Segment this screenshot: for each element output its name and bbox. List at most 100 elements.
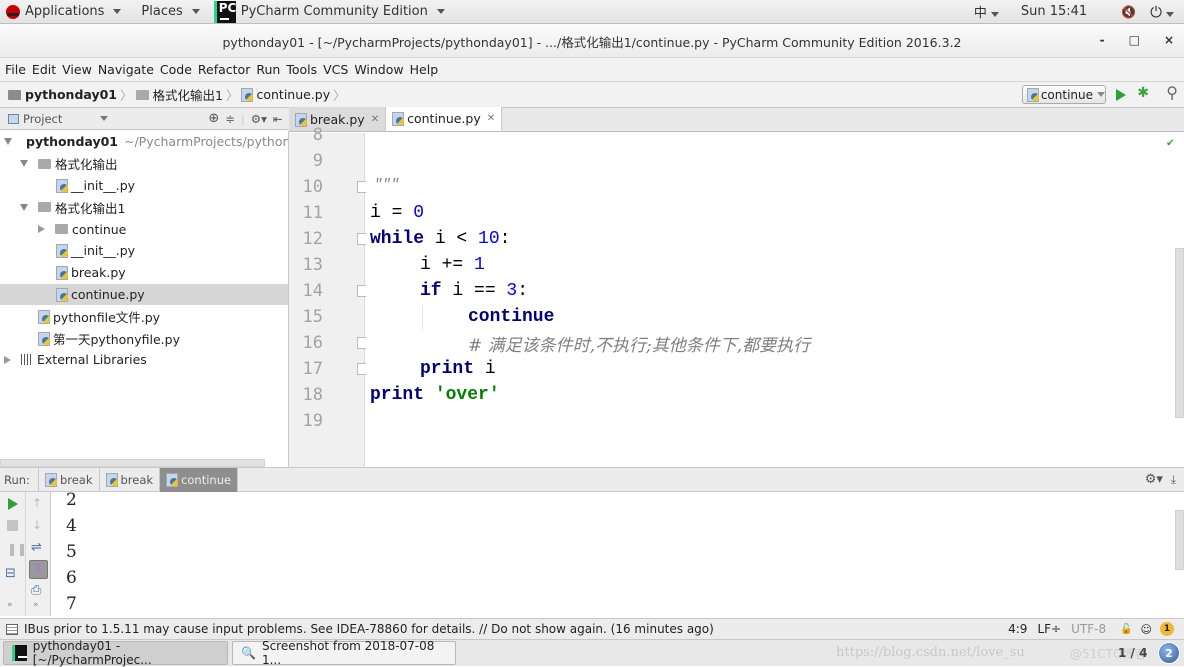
- editor-vertical-scrollbar[interactable]: [1175, 248, 1184, 418]
- menu-edit[interactable]: Edit: [32, 62, 56, 77]
- project-view-select[interactable]: Project: [23, 112, 62, 126]
- menu-run[interactable]: Run: [256, 62, 280, 77]
- system-top-bar: Applications Places PC PyCharm Community…: [0, 0, 1184, 24]
- code-token: while: [370, 229, 425, 249]
- console-vertical-scrollbar[interactable]: [1175, 510, 1184, 570]
- toolbar-divider: [25, 492, 26, 616]
- scroll-down-button[interactable]: ↓: [32, 518, 42, 532]
- minimize-button[interactable]: -: [1100, 33, 1105, 47]
- tab-label: continue.py: [407, 111, 481, 126]
- inspection-ok-icon[interactable]: ✔: [1167, 135, 1174, 150]
- menu-view[interactable]: View: [62, 62, 92, 77]
- taskbar-item-pycharm[interactable]: pythonday01 - [~/PycharmProjec...: [3, 639, 228, 667]
- tab-continue-py[interactable]: continue.py ✕: [386, 107, 503, 131]
- code-line-18: print 'over': [370, 385, 500, 405]
- expand-arrow-icon[interactable]: [20, 203, 28, 211]
- line-number: 13: [302, 255, 323, 275]
- search-everywhere-button[interactable]: ⚲: [1166, 83, 1178, 102]
- line-separator[interactable]: LF÷: [1037, 622, 1061, 636]
- scroll-to-end-button[interactable]: ⇩: [29, 560, 48, 579]
- close-tab-icon[interactable]: ✕: [487, 113, 495, 124]
- more-left-button[interactable]: »: [7, 600, 13, 610]
- file-encoding[interactable]: UTF-8: [1071, 622, 1106, 636]
- menu-tools[interactable]: Tools: [286, 62, 317, 77]
- tree-item-file[interactable]: __init__.py: [0, 240, 288, 262]
- print-button[interactable]: ⎙: [31, 583, 41, 598]
- run-configuration-select[interactable]: continue: [1022, 85, 1106, 104]
- horizontal-scrollbar[interactable]: [0, 459, 265, 467]
- scroll-from-source-icon[interactable]: ⊕: [208, 111, 219, 126]
- clock[interactable]: Sun 15:41: [1021, 4, 1087, 19]
- menu-help[interactable]: Help: [410, 62, 439, 77]
- menu-code[interactable]: Code: [160, 62, 192, 77]
- menu-vcs[interactable]: VCS: [323, 62, 348, 77]
- soft-wrap-button[interactable]: ⇌: [31, 540, 42, 555]
- collapse-arrow-icon[interactable]: [38, 225, 45, 234]
- expand-arrow-icon[interactable]: [20, 160, 28, 168]
- taskbar-item-screenshot[interactable]: 🔍 Screenshot from 2018-07-08 1...: [232, 639, 456, 667]
- debug-button[interactable]: ✱: [1137, 85, 1149, 101]
- console-line: 5: [66, 542, 77, 562]
- close-button[interactable]: ×: [1164, 33, 1174, 47]
- tool-windows-icon[interactable]: [6, 623, 18, 635]
- maximize-button[interactable]: □: [1129, 33, 1140, 47]
- collapse-arrow-icon[interactable]: [4, 355, 11, 364]
- inspector-icon[interactable]: ☺: [1141, 623, 1152, 636]
- applications-menu[interactable]: Applications: [6, 4, 122, 19]
- menu-refactor[interactable]: Refactor: [198, 62, 250, 77]
- code-token: i: [474, 359, 496, 379]
- tree-item-file[interactable]: __init__.py: [0, 175, 288, 197]
- breadcrumb-folder[interactable]: 格式化输出1: [153, 85, 223, 104]
- rerun-button[interactable]: [8, 498, 18, 510]
- hide-panel-icon[interactable]: ⇤: [273, 112, 283, 126]
- workspace-indicator[interactable]: 1 / 4: [1118, 646, 1147, 660]
- stop-button[interactable]: [7, 520, 18, 531]
- power-icon[interactable]: ⏻: [1150, 3, 1174, 21]
- more-right-button[interactable]: »: [33, 600, 39, 610]
- folder-icon: [38, 158, 51, 169]
- menu-window[interactable]: Window: [354, 62, 403, 77]
- read-only-lock-icon[interactable]: 🔓: [1120, 624, 1132, 635]
- app-menu-label: PyCharm Community Edition: [240, 4, 428, 19]
- scroll-up-button[interactable]: ↑: [32, 496, 42, 510]
- breadcrumb-file[interactable]: continue.py: [256, 87, 330, 102]
- run-settings-gear-icon[interactable]: ⚙▾: [1145, 472, 1163, 487]
- chevron-down-icon: [990, 12, 999, 17]
- caret-position[interactable]: 4:9: [1008, 622, 1027, 636]
- places-menu[interactable]: Places: [141, 4, 200, 19]
- console-output[interactable]: 2 4 5 6 7: [52, 490, 1184, 616]
- redhat-logo-icon: [6, 4, 20, 19]
- tree-item-file[interactable]: pythonfile文件.py: [0, 305, 288, 327]
- hide-panel-icon[interactable]: ⤓: [1171, 472, 1176, 487]
- chevron-down-icon[interactable]: [100, 116, 109, 121]
- input-method-indicator[interactable]: 中: [974, 2, 999, 21]
- run-tab-continue[interactable]: continue: [160, 467, 239, 492]
- event-log-badge[interactable]: 1: [1160, 622, 1174, 636]
- tree-item-root[interactable]: pythonday01 ~/PycharmProjects/pythonday0…: [0, 131, 288, 153]
- tree-item-folder[interactable]: 格式化输出1: [0, 196, 288, 218]
- collapse-all-icon[interactable]: ≑: [225, 112, 235, 126]
- run-button[interactable]: [1116, 89, 1126, 101]
- tree-item-file-selected[interactable]: continue.py: [0, 283, 288, 306]
- menu-navigate[interactable]: Navigate: [98, 62, 154, 77]
- menu-file[interactable]: File: [5, 62, 26, 77]
- volume-muted-icon[interactable]: 🔇: [1121, 5, 1136, 19]
- run-tab-break[interactable]: break: [100, 467, 161, 492]
- settings-gear-icon[interactable]: ⚙▾: [251, 112, 267, 126]
- notification-icon[interactable]: 2: [1158, 642, 1180, 664]
- tree-item-folder[interactable]: 格式化输出: [0, 153, 288, 175]
- restore-layout-button[interactable]: ⊟: [5, 566, 16, 581]
- app-menu[interactable]: PC PyCharm Community Edition: [213, 0, 445, 23]
- run-tab-break[interactable]: break: [37, 467, 100, 492]
- tree-item-file[interactable]: break.py: [0, 262, 288, 284]
- close-tab-icon[interactable]: ✕: [371, 114, 379, 125]
- tree-item-external-libraries[interactable]: External Libraries: [0, 349, 288, 371]
- status-message[interactable]: IBus prior to 1.5.11 may cause input pro…: [24, 622, 714, 636]
- tree-item-folder[interactable]: continue: [0, 218, 288, 240]
- pycharm-logo-icon: PC: [213, 0, 236, 23]
- tree-item-file[interactable]: 第一天pythonyfile.py: [0, 327, 288, 349]
- breadcrumb-project[interactable]: pythonday01: [25, 87, 117, 102]
- project-tree: pythonday01 ~/PycharmProjects/pythonday0…: [0, 131, 289, 467]
- code-editor[interactable]: """ i = 0 while i < 10: i += 1 if i == 3…: [366, 133, 1174, 467]
- expand-arrow-icon[interactable]: [4, 138, 12, 146]
